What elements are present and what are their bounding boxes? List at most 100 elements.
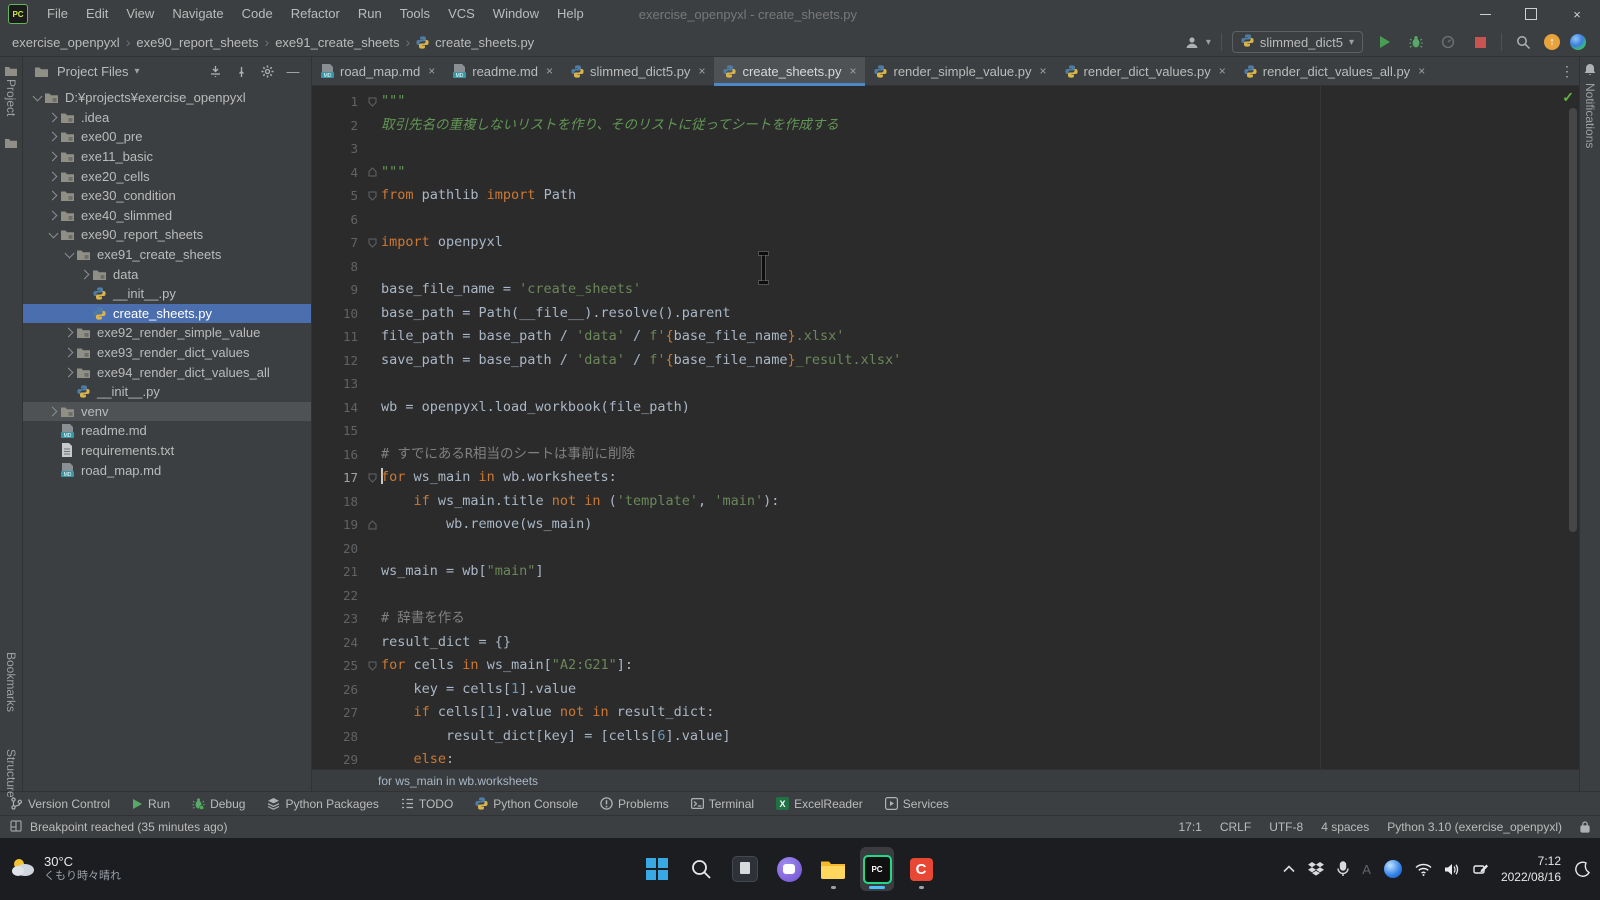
pen-icon[interactable] bbox=[1473, 863, 1488, 876]
tree-item-exe91_create_sheets[interactable]: exe91_create_sheets bbox=[23, 245, 311, 265]
toolwindow-python-console[interactable]: Python Console bbox=[475, 797, 578, 811]
chevron-right-icon[interactable] bbox=[45, 114, 61, 121]
tab-render_dict_values.py[interactable]: render_dict_values.py× bbox=[1056, 57, 1235, 85]
hide-panel-icon[interactable]: — bbox=[283, 61, 303, 81]
chevron-right-icon[interactable] bbox=[45, 212, 61, 219]
code-line[interactable]: 10base_path = Path(__file__).resolve().p… bbox=[312, 302, 1579, 326]
menu-tools[interactable]: Tools bbox=[391, 0, 439, 28]
tab-close-icon[interactable]: × bbox=[1418, 64, 1425, 78]
inspection-ok-icon[interactable]: ✓ bbox=[1562, 89, 1574, 106]
code-editor[interactable]: ✓ 1"""2取引先名の重複しないリストを作り、そのリストに従ってシートを作成す… bbox=[312, 86, 1579, 769]
taskbar-clibor[interactable]: C bbox=[904, 847, 938, 891]
ime-indicator[interactable]: A bbox=[1362, 862, 1371, 877]
cortana-icon[interactable] bbox=[1384, 860, 1402, 878]
tab-close-icon[interactable]: × bbox=[849, 64, 856, 78]
code-line[interactable]: 8 bbox=[312, 255, 1579, 279]
tree-item-exe40_slimmed[interactable]: exe40_slimmed bbox=[23, 206, 311, 226]
taskbar-clock[interactable]: 7:12 2022/08/16 bbox=[1501, 853, 1561, 885]
editor-scrollbar[interactable] bbox=[1569, 108, 1577, 532]
minimize-button[interactable] bbox=[1462, 0, 1508, 28]
code-line[interactable]: 4""" bbox=[312, 161, 1579, 185]
menu-edit[interactable]: Edit bbox=[77, 0, 117, 28]
search-everywhere-icon[interactable] bbox=[1512, 31, 1534, 53]
chevron-right-icon[interactable] bbox=[77, 271, 93, 278]
code-line[interactable]: 18 if ws_main.title not in ('template', … bbox=[312, 490, 1579, 514]
tree-item-readme.md[interactable]: MDreadme.md bbox=[23, 421, 311, 441]
code-line[interactable]: 13 bbox=[312, 372, 1579, 396]
menu-view[interactable]: View bbox=[117, 0, 163, 28]
chevron-right-icon[interactable] bbox=[45, 192, 61, 199]
code-line[interactable]: 14wb = openpyxl.load_workbook(file_path) bbox=[312, 396, 1579, 420]
code-line[interactable]: 23# 辞書を作る bbox=[312, 607, 1579, 631]
tool-stripe-notifications[interactable]: Notifications bbox=[1583, 83, 1597, 148]
taskbar-search-button[interactable] bbox=[684, 847, 718, 891]
fold-marker-icon[interactable] bbox=[363, 167, 381, 177]
tab-close-icon[interactable]: × bbox=[546, 64, 553, 78]
gradient-sphere-icon[interactable] bbox=[1570, 34, 1586, 50]
code-line[interactable]: 25for cells in ws_main["A2:G21"]: bbox=[312, 654, 1579, 678]
code-line[interactable]: 9base_file_name = 'create_sheets' bbox=[312, 278, 1579, 302]
toolwindow-version-control[interactable]: Version Control bbox=[10, 797, 110, 811]
toolwindow-terminal[interactable]: Terminal bbox=[691, 797, 754, 811]
breadcrumb-item[interactable]: exercise_openpyxl bbox=[12, 35, 120, 50]
chevron-right-icon[interactable] bbox=[45, 133, 61, 140]
menu-window[interactable]: Window bbox=[484, 0, 548, 28]
tab-render_dict_values_all.py[interactable]: render_dict_values_all.py× bbox=[1235, 57, 1434, 85]
toolwindow-debug[interactable]: Debug bbox=[192, 797, 245, 811]
chevron-right-icon[interactable] bbox=[61, 329, 77, 336]
context-line[interactable]: for ws_main in wb.worksheets bbox=[378, 774, 538, 788]
select-opened-file-icon[interactable] bbox=[205, 61, 225, 81]
status-message[interactable]: Breakpoint reached (35 minutes ago) bbox=[30, 820, 227, 834]
chevron-right-icon[interactable] bbox=[45, 408, 61, 415]
code-line[interactable]: 28 result_dict[key] = [cells[6].value] bbox=[312, 725, 1579, 749]
code-line[interactable]: 16# すでにあるR相当のシートは事前に削除 bbox=[312, 443, 1579, 467]
code-line[interactable]: 6 bbox=[312, 208, 1579, 232]
tree-item-D:¥projects¥exercise_openpyxl[interactable]: D:¥projects¥exercise_openpyxl bbox=[23, 88, 311, 108]
tool-stripe-project[interactable]: Project bbox=[4, 79, 18, 116]
code-line[interactable]: 15 bbox=[312, 419, 1579, 443]
weather-widget[interactable]: 30°C くもり時々晴れ bbox=[0, 854, 121, 884]
chevron-right-icon[interactable] bbox=[45, 173, 61, 180]
status-line-ending[interactable]: CRLF bbox=[1220, 820, 1251, 834]
run-button[interactable] bbox=[1373, 31, 1395, 53]
status-file-encoding[interactable]: UTF-8 bbox=[1269, 820, 1303, 834]
breadcrumb-item[interactable]: create_sheets.py bbox=[435, 35, 534, 50]
collapse-all-icon[interactable] bbox=[231, 61, 251, 81]
toolwindow-python-packages[interactable]: Python Packages bbox=[267, 797, 378, 811]
chevron-right-icon[interactable] bbox=[61, 349, 77, 356]
code-line[interactable]: 7import openpyxl bbox=[312, 231, 1579, 255]
toolwindow-todo[interactable]: TODO bbox=[401, 797, 453, 811]
stop-button[interactable] bbox=[1469, 31, 1491, 53]
menu-help[interactable]: Help bbox=[548, 0, 593, 28]
menu-vcs[interactable]: VCS bbox=[439, 0, 484, 28]
tool-stripe-bookmarks[interactable]: Bookmarks bbox=[4, 652, 18, 712]
tree-item-exe00_pre[interactable]: exe00_pre bbox=[23, 127, 311, 147]
tree-item-requirements.txt[interactable]: requirements.txt bbox=[23, 441, 311, 461]
bell-icon[interactable] bbox=[1584, 63, 1596, 81]
toolwindow-problems[interactable]: Problems bbox=[600, 797, 669, 811]
tree-item-exe11_basic[interactable]: exe11_basic bbox=[23, 147, 311, 167]
wifi-icon[interactable] bbox=[1415, 863, 1432, 876]
tree-item-exe92_render_simple_value[interactable]: exe92_render_simple_value bbox=[23, 323, 311, 343]
code-line[interactable]: 19 wb.remove(ws_main) bbox=[312, 513, 1579, 537]
menu-refactor[interactable]: Refactor bbox=[282, 0, 349, 28]
tab-close-icon[interactable]: × bbox=[428, 64, 435, 78]
fold-marker-icon[interactable] bbox=[363, 520, 381, 530]
code-line[interactable]: 22 bbox=[312, 584, 1579, 608]
tab-render_simple_value.py[interactable]: render_simple_value.py× bbox=[865, 57, 1055, 85]
moon-icon[interactable] bbox=[1574, 861, 1590, 877]
tree-item-exe30_condition[interactable]: exe30_condition bbox=[23, 186, 311, 206]
tree-item-venv[interactable]: venv bbox=[23, 402, 311, 422]
tree-item-exe20_cells[interactable]: exe20_cells bbox=[23, 166, 311, 186]
tree-item-__init__.py[interactable]: __init__.py bbox=[23, 382, 311, 402]
chevron-right-icon[interactable] bbox=[61, 369, 77, 376]
tab-slimmed_dict5.py[interactable]: slimmed_dict5.py× bbox=[562, 57, 714, 85]
menu-code[interactable]: Code bbox=[233, 0, 282, 28]
gear-icon[interactable] bbox=[257, 61, 277, 81]
status-indent-style[interactable]: 4 spaces bbox=[1321, 820, 1369, 834]
code-line[interactable]: 5from pathlib import Path bbox=[312, 184, 1579, 208]
chevron-down-icon[interactable] bbox=[45, 233, 61, 237]
microphone-icon[interactable] bbox=[1337, 861, 1349, 877]
fold-marker-icon[interactable] bbox=[363, 661, 381, 671]
chevron-right-icon[interactable] bbox=[45, 153, 61, 160]
